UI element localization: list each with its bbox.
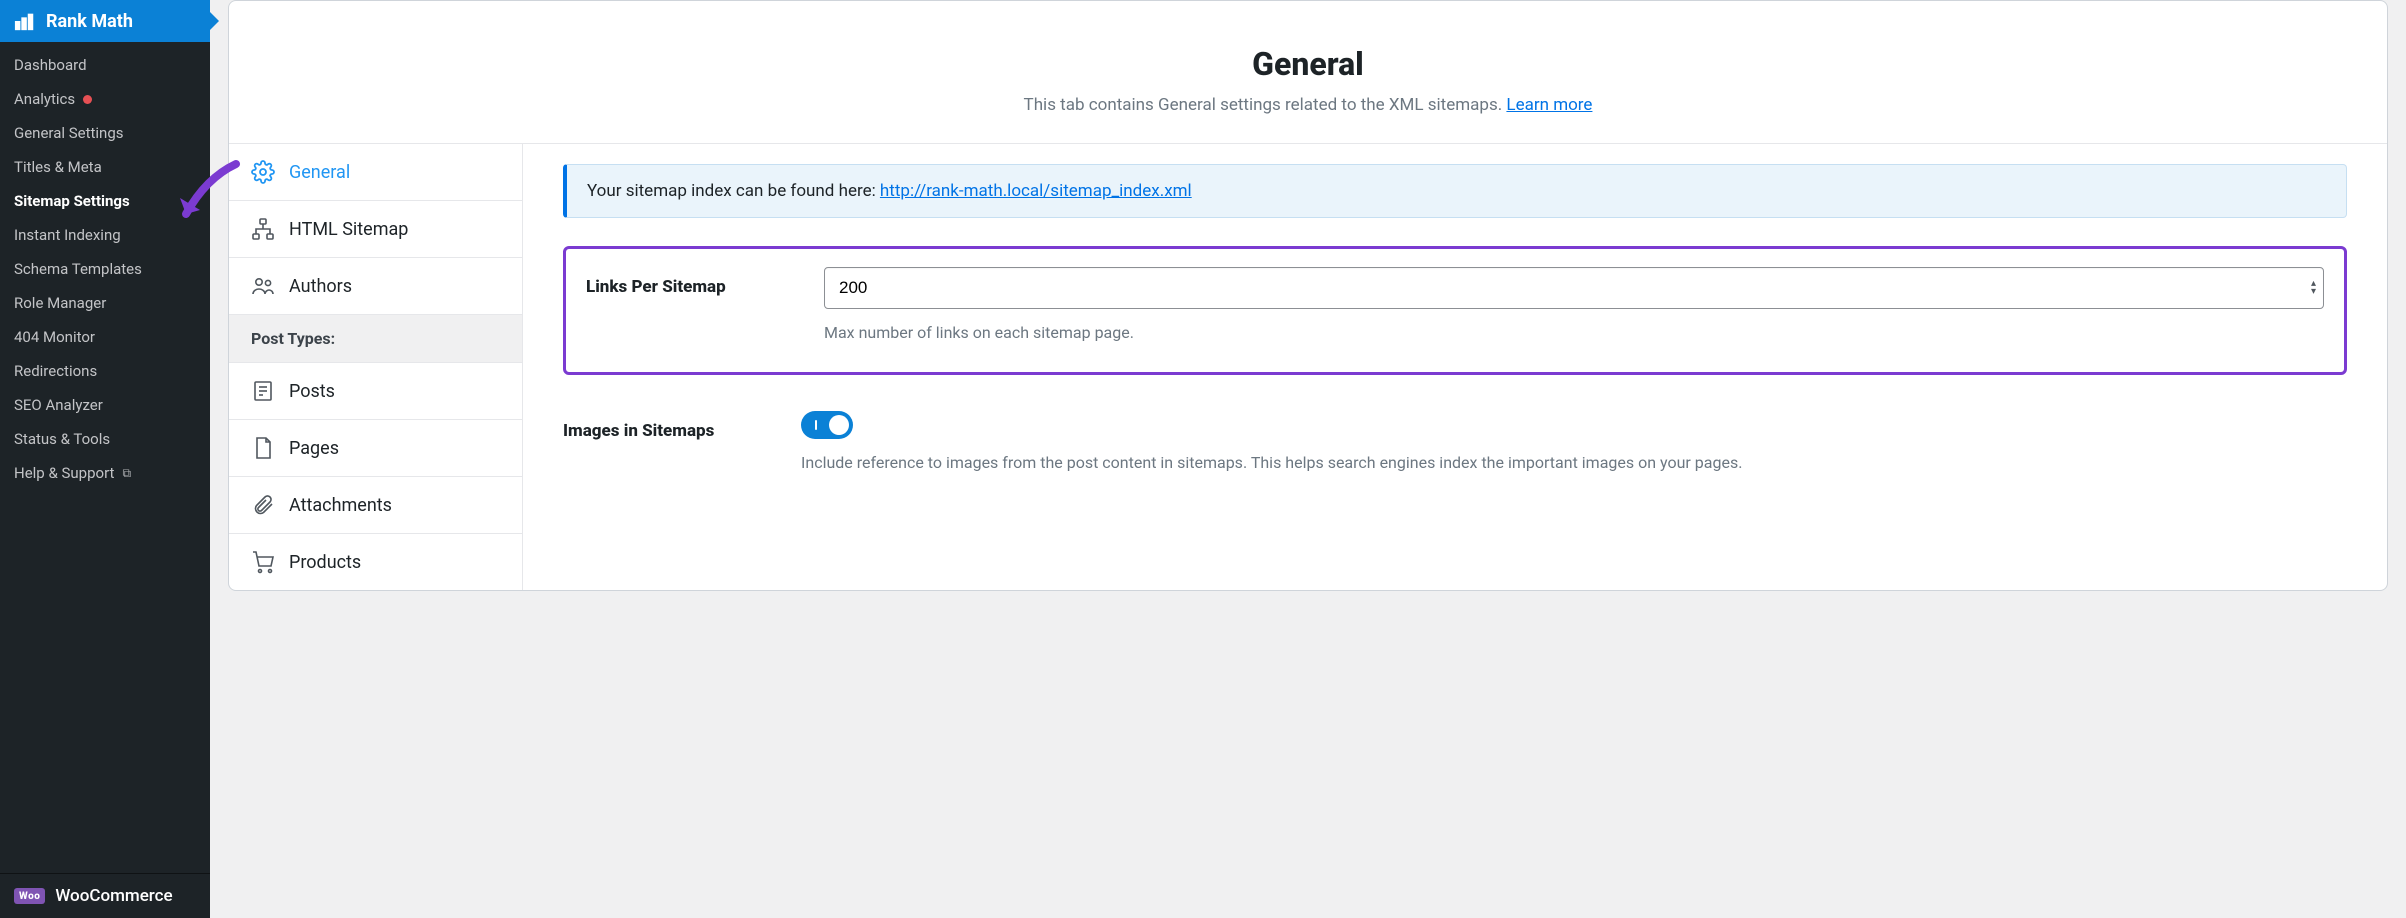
plugin-title: Rank Math [46,11,133,32]
sidebar-item-dashboard[interactable]: Dashboard [0,48,210,82]
sidebar-item-woocommerce[interactable]: Woo WooCommerce [0,873,210,918]
rank-math-icon [14,10,36,32]
images-in-sitemaps-label: Images in Sitemaps [563,411,773,441]
tab-products[interactable]: Products [229,534,522,590]
sidebar-item-general-settings[interactable]: General Settings [0,116,210,150]
tab-pages[interactable]: Pages [229,420,522,477]
footer-label: WooCommerce [55,886,172,906]
settings-tabs: General HTML Sitemap Authors [229,144,523,590]
tab-authors[interactable]: Authors [229,258,522,315]
section-label-post-types: Post Types: [229,315,522,363]
settings-panel-general: Your sitemap index can be found here: ht… [523,144,2387,590]
links-per-sitemap-input[interactable] [824,267,2324,309]
sidebar-item-redirections[interactable]: Redirections [0,354,210,388]
tab-html-sitemap[interactable]: HTML Sitemap [229,201,522,258]
sidebar-item-sitemap-settings[interactable]: Sitemap Settings [0,184,210,218]
sidebar-item-status-tools[interactable]: Status & Tools [0,422,210,456]
tab-general[interactable]: General [229,144,522,201]
learn-more-link[interactable]: Learn more [1506,95,1592,115]
tab-attachments[interactable]: Attachments [229,477,522,534]
gear-icon [251,160,275,184]
settings-card: General This tab contains General settin… [228,0,2388,591]
cart-icon [251,550,275,574]
sidebar-item-role-manager[interactable]: Role Manager [0,286,210,320]
links-per-sitemap-help: Max number of links on each sitemap page… [824,323,2324,342]
page-subtitle: This tab contains General settings relat… [249,95,2367,115]
sidebar-item-seo-analyzer[interactable]: SEO Analyzer [0,388,210,422]
sitemap-tree-icon [251,217,275,241]
stepper-down-icon[interactable]: ▾ [2311,288,2316,296]
notification-dot-icon [83,95,92,104]
main-content: General This tab contains General settin… [210,0,2406,918]
links-per-sitemap-label: Links Per Sitemap [586,267,796,297]
sidebar-item-help-support[interactable]: Help & Support ⧉ [0,456,210,490]
sidebar-item-analytics[interactable]: Analytics [0,82,210,116]
plugin-header-rank-math[interactable]: Rank Math [0,0,210,42]
sidebar-item-404-monitor[interactable]: 404 Monitor [0,320,210,354]
images-in-sitemaps-help: Include reference to images from the pos… [801,453,2347,472]
sitemap-notice: Your sitemap index can be found here: ht… [563,164,2347,218]
external-link-icon: ⧉ [122,466,131,481]
sitemap-index-link[interactable]: http://rank-math.local/sitemap_index.xml [880,181,1192,201]
number-stepper[interactable]: ▴ ▾ [2311,280,2316,296]
tab-posts[interactable]: Posts [229,363,522,420]
users-icon [251,274,275,298]
paperclip-icon [251,493,275,517]
page-title: General [249,45,2367,83]
sidebar-submenu: Dashboard Analytics General Settings Tit… [0,42,210,496]
links-per-sitemap-highlight: Links Per Sitemap ▴ ▾ Max number of li [563,246,2347,375]
sidebar-item-instant-indexing[interactable]: Instant Indexing [0,218,210,252]
sidebar-item-titles-meta[interactable]: Titles & Meta [0,150,210,184]
images-in-sitemaps-toggle[interactable] [801,411,853,439]
sidebar-item-schema-templates[interactable]: Schema Templates [0,252,210,286]
woocommerce-icon: Woo [14,888,45,904]
admin-sidebar: Rank Math Dashboard Analytics General Se… [0,0,210,918]
page-icon [251,436,275,460]
post-icon [251,379,275,403]
